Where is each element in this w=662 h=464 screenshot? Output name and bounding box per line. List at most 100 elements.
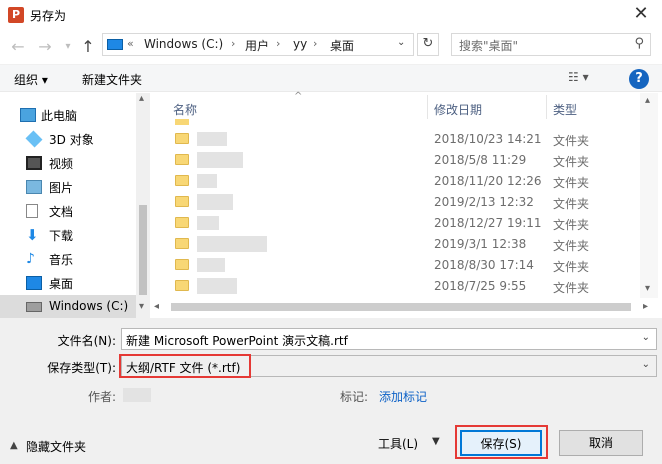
breadcrumb-item-desktop[interactable]: 桌面 — [330, 37, 354, 54]
chevron-up-icon[interactable]: ▲ — [10, 440, 18, 451]
save-form-panel: 文件名(N): 新建 Microsoft PowerPoint 演示文稿.rtf… — [0, 318, 662, 464]
sidebar-scroll-thumb[interactable] — [139, 205, 147, 295]
folder-icon — [175, 259, 189, 270]
up-arrow-icon[interactable]: ↑ — [78, 37, 98, 57]
blurred-filename — [197, 236, 267, 252]
sidebar-item-music[interactable]: ♪ 音乐 — [0, 247, 136, 271]
view-options-icon[interactable]: ☷ ▾ — [568, 70, 589, 84]
sidebar-item-documents[interactable]: 文档 — [0, 199, 136, 223]
sidebar-item-label: 3D 对象 — [49, 133, 94, 147]
list-item[interactable]: 2018/7/25 9:55 文件夹 — [171, 276, 641, 297]
breadcrumb-separator[interactable]: › — [313, 37, 317, 50]
close-button[interactable]: ✕ — [626, 2, 656, 26]
command-toolbar: 组织 ▾ 新建文件夹 ☷ ▾ ? — [0, 64, 662, 92]
search-icon[interactable]: ⚲ — [634, 36, 644, 51]
folder-icon — [175, 280, 189, 291]
title-bar: P 另存为 ✕ — [0, 0, 662, 30]
blurred-filename — [197, 216, 219, 230]
window-title: 另存为 — [30, 9, 67, 23]
scroll-down-icon[interactable]: ▾ — [645, 283, 650, 294]
tags-field[interactable]: 添加标记 — [379, 388, 427, 405]
filetype-label: 保存类型(T): — [47, 361, 116, 375]
navigation-pane: 此电脑 3D 对象 视频 图片 文档 ⬇ 下载 ♪ 音乐 桌面 Windows … — [0, 93, 150, 319]
scroll-left-icon[interactable]: ◂ — [154, 301, 159, 312]
tags-label: 标记: — [339, 390, 368, 404]
file-list: ^ 名称 修改日期 类型 2018/10/23 14:21 文件夹 2018/5… — [151, 91, 662, 318]
sidebar-item-videos[interactable]: 视频 — [0, 151, 136, 175]
address-bar[interactable]: « Windows (C:) › 用户 › yy › 桌面 ⌄ — [102, 33, 414, 56]
sidebar-item-this-pc[interactable]: 此电脑 — [0, 103, 136, 127]
breadcrumb-item-drive[interactable]: Windows (C:) — [144, 37, 223, 51]
sidebar-item-label: 图片 — [49, 181, 74, 195]
list-item[interactable]: 2018/8/30 17:14 文件夹 — [171, 255, 641, 276]
author-value[interactable] — [123, 388, 151, 402]
author-label: 作者: — [87, 390, 116, 404]
list-item[interactable]: 2018/5/8 11:29 文件夹 — [171, 150, 641, 171]
list-item[interactable]: 2019/3/1 12:38 文件夹 — [171, 234, 641, 255]
sidebar-item-3d-objects[interactable]: 3D 对象 — [0, 127, 136, 151]
column-header-modified[interactable]: 修改日期 — [434, 101, 482, 129]
search-input[interactable]: 搜索"桌面" ⚲ — [451, 33, 651, 56]
forward-arrow-icon[interactable]: → — [35, 37, 55, 57]
cancel-button[interactable]: 取消 — [559, 430, 643, 456]
sidebar-item-windows-c[interactable]: Windows (C:) — [0, 295, 136, 319]
back-arrow-icon[interactable]: ← — [8, 37, 28, 57]
list-item[interactable]: 2018/10/23 14:21 文件夹 — [171, 129, 641, 150]
this-pc-icon — [20, 108, 36, 122]
folder-icon — [175, 196, 189, 207]
row-date: 2018/11/20 12:26 — [434, 174, 542, 188]
search-placeholder: 搜索"桌面" — [459, 39, 519, 53]
row-date: 2018/12/27 19:11 — [434, 216, 542, 230]
chevron-down-icon[interactable]: ⌄ — [642, 359, 650, 370]
sidebar-item-label: 桌面 — [49, 277, 74, 291]
list-item[interactable]: 2018/12/27 19:11 文件夹 — [171, 213, 641, 234]
tools-button[interactable]: 工具(L) — [378, 435, 418, 452]
new-folder-button[interactable]: 新建文件夹 — [82, 71, 142, 88]
column-divider[interactable] — [427, 95, 428, 119]
hide-folders-button[interactable]: 隐藏文件夹 — [26, 438, 86, 455]
column-divider[interactable] — [546, 95, 547, 119]
folder-icon — [175, 154, 189, 165]
row-type: 文件夹 — [553, 134, 590, 148]
recent-dropdown-icon[interactable]: ▾ — [58, 37, 78, 57]
scroll-up-icon[interactable]: ▴ — [645, 95, 650, 106]
blurred-filename — [197, 278, 237, 294]
refresh-icon[interactable]: ↻ — [417, 33, 439, 56]
horizontal-scroll-thumb[interactable] — [171, 303, 631, 311]
organize-button[interactable]: 组织 ▾ — [14, 71, 48, 88]
drive-icon — [26, 302, 42, 312]
sidebar-item-label: 此电脑 — [41, 109, 78, 123]
sidebar-item-downloads[interactable]: ⬇ 下载 — [0, 223, 136, 247]
pictures-icon — [26, 180, 42, 194]
scroll-up-icon[interactable]: ▴ — [139, 93, 144, 104]
blurred-filename — [197, 132, 227, 146]
breadcrumb-separator[interactable]: › — [276, 37, 280, 50]
breadcrumb-item-users[interactable]: 用户 — [245, 37, 269, 54]
file-list-vertical-scrollbar[interactable]: ▴ ▾ — [640, 93, 658, 298]
sort-ascending-icon: ^ — [294, 91, 303, 102]
sidebar-item-pictures[interactable]: 图片 — [0, 175, 136, 199]
blurred-filename — [197, 258, 225, 272]
sidebar-item-desktop[interactable]: 桌面 — [0, 271, 136, 295]
list-item[interactable]: 2018/11/20 12:26 文件夹 — [171, 171, 641, 192]
tools-dropdown-icon[interactable]: ▼ — [432, 436, 440, 447]
row-date: 2018/5/8 11:29 — [434, 153, 527, 167]
help-button[interactable]: ? — [629, 69, 649, 89]
chevron-down-icon[interactable]: ⌄ — [642, 332, 650, 343]
sidebar-item-label: 音乐 — [49, 253, 74, 267]
breadcrumb-overflow[interactable]: « — [127, 37, 134, 50]
breadcrumb-separator[interactable]: › — [231, 37, 235, 50]
scroll-right-icon[interactable]: ▸ — [643, 301, 648, 312]
folder-icon — [175, 119, 189, 125]
scroll-down-icon[interactable]: ▾ — [139, 301, 144, 312]
file-list-horizontal-scrollbar[interactable]: ◂ ▸ — [151, 298, 658, 316]
save-button[interactable]: 保存(S) — [460, 430, 542, 456]
row-date: 2018/10/23 14:21 — [434, 132, 542, 146]
desktop-icon — [26, 276, 42, 290]
chevron-down-icon[interactable]: ⌄ — [397, 37, 411, 48]
list-item[interactable]: 2019/2/13 12:32 文件夹 — [171, 192, 641, 213]
column-header-type[interactable]: 类型 — [553, 101, 577, 129]
filename-field[interactable]: 新建 Microsoft PowerPoint 演示文稿.rtf ⌄ — [121, 328, 657, 350]
breadcrumb-item-user[interactable]: yy — [293, 37, 307, 51]
blurred-filename — [197, 174, 217, 188]
